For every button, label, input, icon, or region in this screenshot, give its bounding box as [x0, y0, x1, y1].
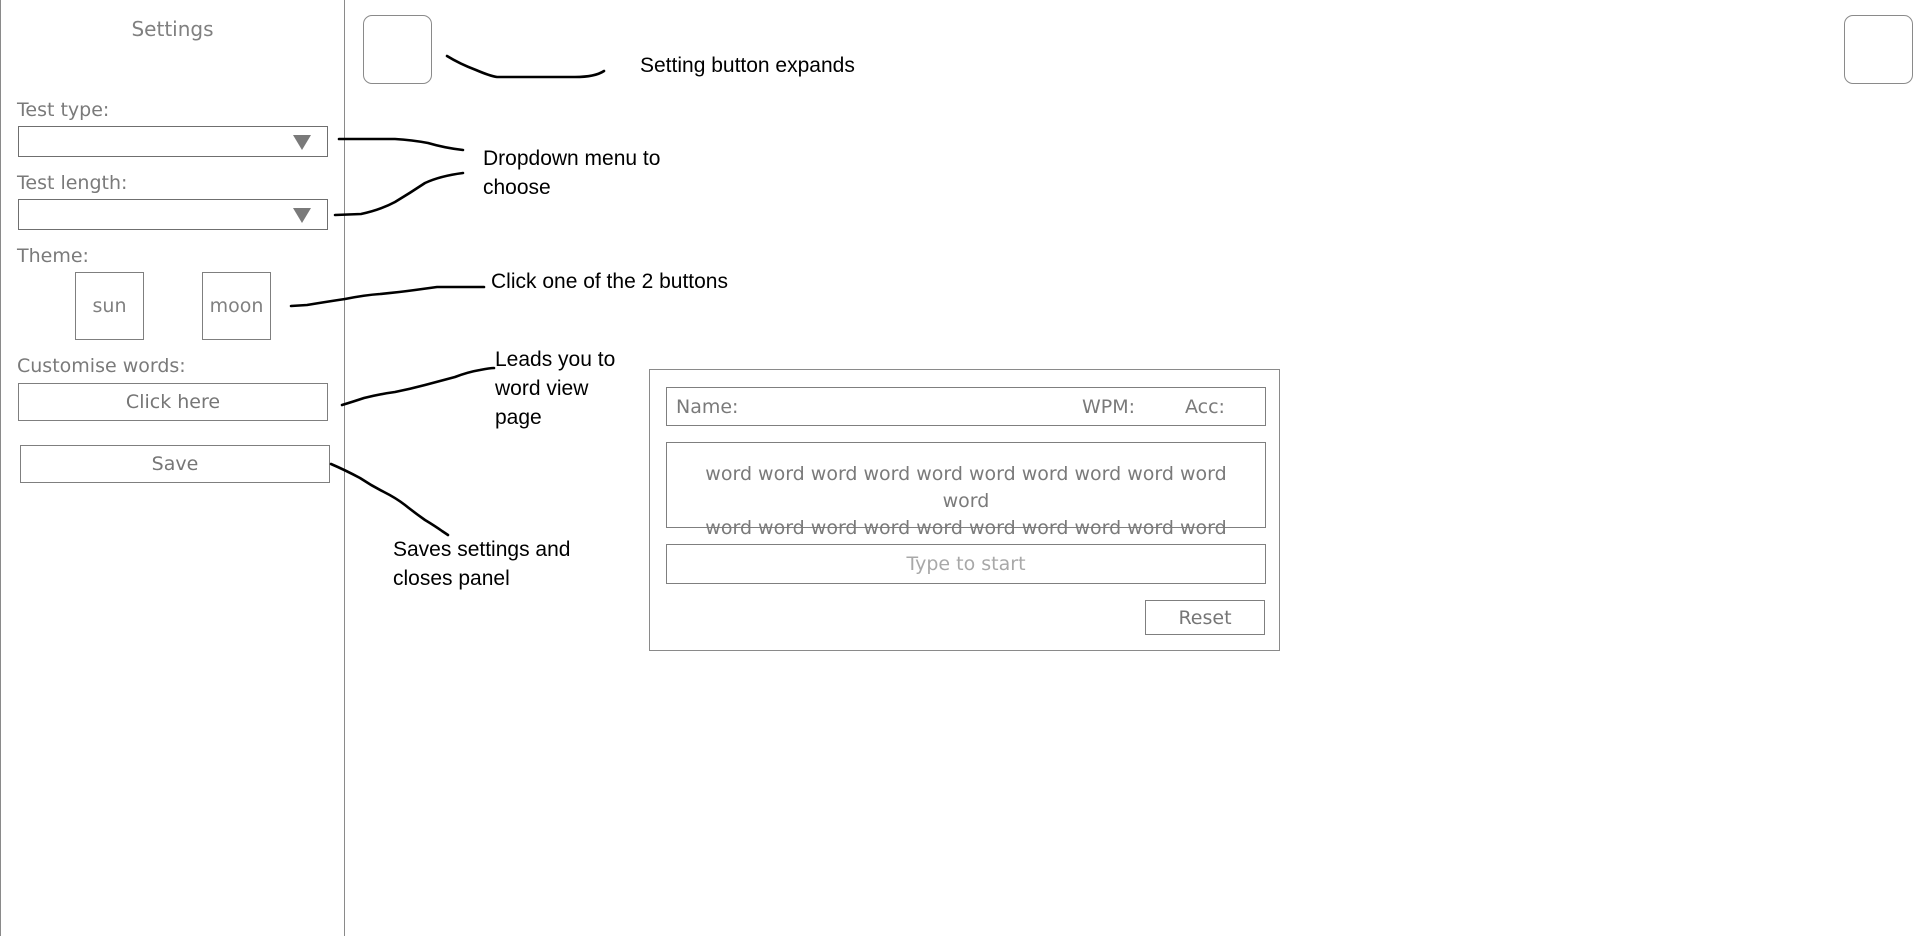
settings-button-note: Setting button expands: [640, 54, 855, 77]
save-note-line1: Saves settings and: [393, 538, 571, 561]
settings-annotation-line: [445, 54, 606, 79]
dropdown-note-line1: Dropdown menu to: [483, 147, 661, 170]
test-type-dropdown[interactable]: [18, 126, 328, 157]
settings-toggle-button[interactable]: [363, 15, 432, 84]
accuracy-label: Acc:: [1185, 396, 1225, 418]
test-type-annotation-line: [337, 137, 465, 152]
wireframe-canvas: Settings Test type: Test length: Theme: …: [0, 0, 1920, 936]
theme-moon-button[interactable]: moon: [202, 272, 271, 340]
customise-words-label: Customise words:: [17, 355, 186, 377]
dropdown-arrow-icon: [293, 135, 311, 150]
typing-input[interactable]: [666, 544, 1266, 584]
settings-title: Settings: [131, 17, 214, 41]
test-length-annotation-line: [333, 171, 465, 217]
dropdown-arrow-icon: [293, 208, 311, 223]
customise-note-line1: Leads you to: [495, 348, 616, 371]
theme-sun-button[interactable]: sun: [75, 272, 144, 340]
save-note-line2: closes panel: [393, 567, 510, 590]
theme-note: Click one of the 2 buttons: [491, 270, 728, 293]
customise-note-line2: word view: [495, 377, 589, 400]
customise-annotation-line: [340, 366, 496, 407]
customise-words-button[interactable]: Click here: [18, 383, 328, 421]
words-display: word word word word word word word word …: [666, 442, 1266, 566]
words-line-1: word word word word word word word word …: [705, 463, 1227, 512]
test-length-label: Test length:: [17, 172, 128, 194]
dropdown-note-line2: choose: [483, 176, 551, 199]
test-length-dropdown[interactable]: [18, 199, 328, 230]
save-annotation-line: [329, 462, 450, 537]
top-right-button[interactable]: [1844, 15, 1913, 84]
reset-button[interactable]: Reset: [1145, 600, 1265, 635]
name-label: Name:: [676, 396, 739, 418]
customise-note-line3: page: [495, 406, 542, 429]
theme-label: Theme:: [17, 245, 89, 267]
save-button[interactable]: Save: [20, 445, 330, 483]
wpm-label: WPM:: [1082, 396, 1136, 418]
test-type-label: Test type:: [17, 99, 110, 121]
stats-bar: Name: WPM: Acc:: [666, 387, 1266, 426]
